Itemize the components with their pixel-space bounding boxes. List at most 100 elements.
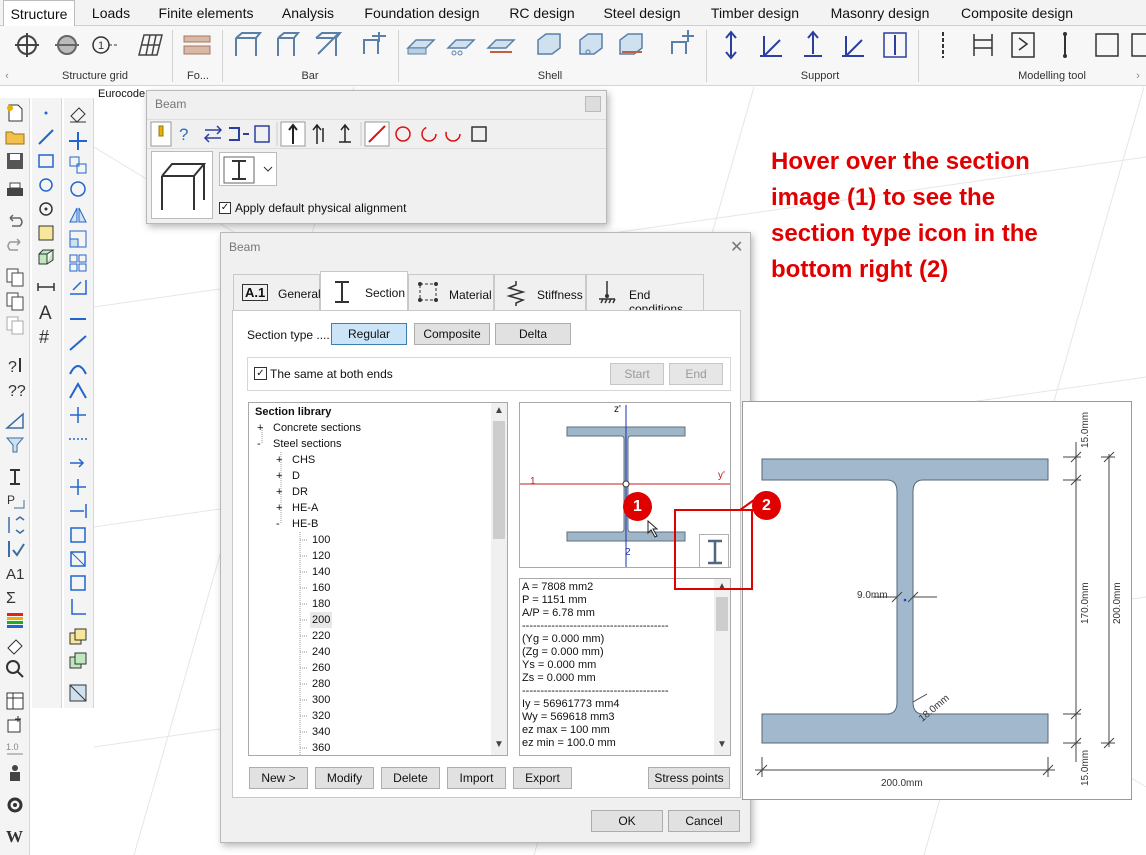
modify-button[interactable]: Modify (315, 767, 374, 789)
shell-icon[interactable] (534, 30, 564, 60)
settings-icon[interactable] (4, 794, 28, 816)
tab-rc-design[interactable]: RC design (500, 0, 584, 26)
end-button[interactable]: End (669, 363, 723, 385)
dimension-icon[interactable] (4, 514, 28, 536)
grid-point-gray-icon[interactable] (52, 30, 82, 60)
edge-connection-icon[interactable] (968, 30, 998, 60)
tab-stiffness[interactable]: Stiffness (494, 274, 586, 310)
tab-composite-design[interactable]: Composite design (950, 0, 1084, 26)
import-button[interactable]: Import (447, 767, 506, 789)
palette-close-icon[interactable] (585, 96, 601, 112)
delete-button[interactable]: Delete (381, 767, 440, 789)
layer-green-icon[interactable] (67, 650, 91, 672)
text-icon[interactable]: A (35, 300, 59, 324)
tree-toggle-chs[interactable]: + (276, 452, 290, 468)
axis-icon[interactable] (67, 596, 91, 618)
size-item[interactable]: 100 (312, 532, 330, 548)
size-item[interactable]: 160 (312, 580, 330, 596)
tree-item-dr[interactable]: DR (292, 484, 308, 500)
move-icon[interactable] (67, 130, 91, 152)
scroll-left-icon[interactable]: ‹ (3, 70, 11, 82)
tree-toggle-heb[interactable]: - (276, 516, 290, 532)
point-support-icon[interactable] (716, 30, 746, 60)
export-button[interactable]: Export (513, 767, 572, 789)
tree-item-he-a[interactable]: HE-A (292, 500, 318, 516)
layer-yellow-icon[interactable] (67, 626, 91, 648)
chamfer-icon[interactable] (67, 380, 91, 402)
hash-icon[interactable]: # (35, 324, 59, 347)
tab-general[interactable]: A.1 General (233, 274, 321, 310)
fillet-icon[interactable] (67, 356, 91, 378)
size-item[interactable]: 320 (312, 708, 330, 724)
grid-icon[interactable] (134, 30, 164, 60)
same-ends-checkbox[interactable]: ✓ (254, 367, 267, 380)
foundation-icon[interactable] (182, 30, 212, 60)
tree-toggle-dr[interactable]: + (276, 484, 290, 500)
support-group-icon[interactable] (838, 30, 868, 60)
move-up-icon[interactable]: ? (4, 354, 28, 376)
array-icon[interactable] (67, 252, 91, 274)
align-icon[interactable] (67, 500, 91, 522)
measure-icon[interactable] (35, 276, 59, 298)
help-query-icon[interactable]: ?? (4, 378, 28, 400)
grid-line-numbered-icon[interactable]: 1 (90, 30, 120, 60)
print-icon[interactable] (4, 180, 28, 202)
scroll-down-icon[interactable]: ▼ (494, 739, 504, 750)
fictitious-shell-icon[interactable] (1092, 30, 1122, 60)
truss-icon[interactable] (312, 30, 343, 60)
wizard-icon[interactable]: W (4, 824, 28, 846)
copy-move-icon[interactable] (67, 154, 91, 176)
scroll-up-icon[interactable]: ▲ (494, 405, 504, 416)
section-type-delta-button[interactable]: Delta (495, 323, 571, 345)
scroll-down-icon[interactable]: ▼ (717, 739, 727, 750)
open-icon[interactable] (4, 126, 28, 148)
arc-icon[interactable] (35, 174, 59, 196)
parameter-icon[interactable]: P (4, 490, 28, 512)
color-palette-icon[interactable] (4, 610, 28, 632)
section-type-regular-button[interactable]: Regular (331, 323, 407, 345)
close-icon[interactable]: ✕ (730, 237, 743, 257)
beam-icon[interactable] (232, 30, 263, 60)
fictitious-bar-icon[interactable] (1050, 30, 1080, 60)
node-icon[interactable] (67, 476, 91, 498)
redo-icon[interactable] (4, 234, 28, 256)
sum-icon[interactable]: Σ (4, 586, 28, 608)
column-icon[interactable] (272, 30, 302, 60)
copy-icon[interactable] (4, 266, 28, 288)
ok-button[interactable]: OK (591, 810, 663, 832)
tree-toggle-concrete[interactable]: + (257, 420, 271, 436)
tab-finite-elements[interactable]: Finite elements (150, 0, 262, 26)
props-scroll-thumb[interactable] (716, 597, 728, 631)
tree-item-chs[interactable]: CHS (292, 452, 315, 468)
frame-icon[interactable] (67, 524, 91, 546)
undo-icon[interactable] (4, 210, 28, 232)
scroll-right-icon[interactable]: › (1134, 70, 1142, 82)
tab-loads[interactable]: Loads (80, 0, 142, 26)
wall-icon[interactable] (446, 30, 476, 60)
new-button[interactable]: New > (249, 767, 308, 789)
tree-item-he-b[interactable]: HE-B (292, 516, 318, 532)
plate-icon[interactable] (406, 30, 436, 60)
scale-icon[interactable] (67, 228, 91, 250)
tab-end-conditions[interactable]: End conditions (586, 274, 704, 316)
shell-ribbed-icon[interactable] (576, 30, 606, 60)
layer-icon[interactable] (4, 410, 28, 432)
table-icon[interactable] (4, 690, 28, 712)
shell-add-icon[interactable] (668, 30, 698, 60)
tree-scroll-thumb[interactable] (493, 421, 505, 539)
profiled-plate-icon[interactable] (486, 30, 516, 60)
check-icon[interactable] (4, 538, 28, 560)
cover-icon[interactable] (1130, 30, 1146, 60)
connection-icon[interactable] (928, 30, 958, 60)
region-icon[interactable] (35, 222, 59, 244)
section-properties-list[interactable]: A = 7808 mm2 P = 1151 mm A/P = 6.78 mm -… (519, 578, 731, 756)
tab-steel-design[interactable]: Steel design (594, 0, 690, 26)
tree-item-steel-sections[interactable]: Steel sections (273, 436, 341, 452)
circle-icon[interactable] (35, 198, 59, 220)
size-item[interactable]: 360 (312, 740, 330, 756)
start-button[interactable]: Start (610, 363, 664, 385)
extend-icon[interactable] (67, 332, 91, 354)
size-item[interactable]: 260 (312, 660, 330, 676)
frame-edge-icon[interactable] (67, 572, 91, 594)
point-icon[interactable] (35, 102, 59, 124)
